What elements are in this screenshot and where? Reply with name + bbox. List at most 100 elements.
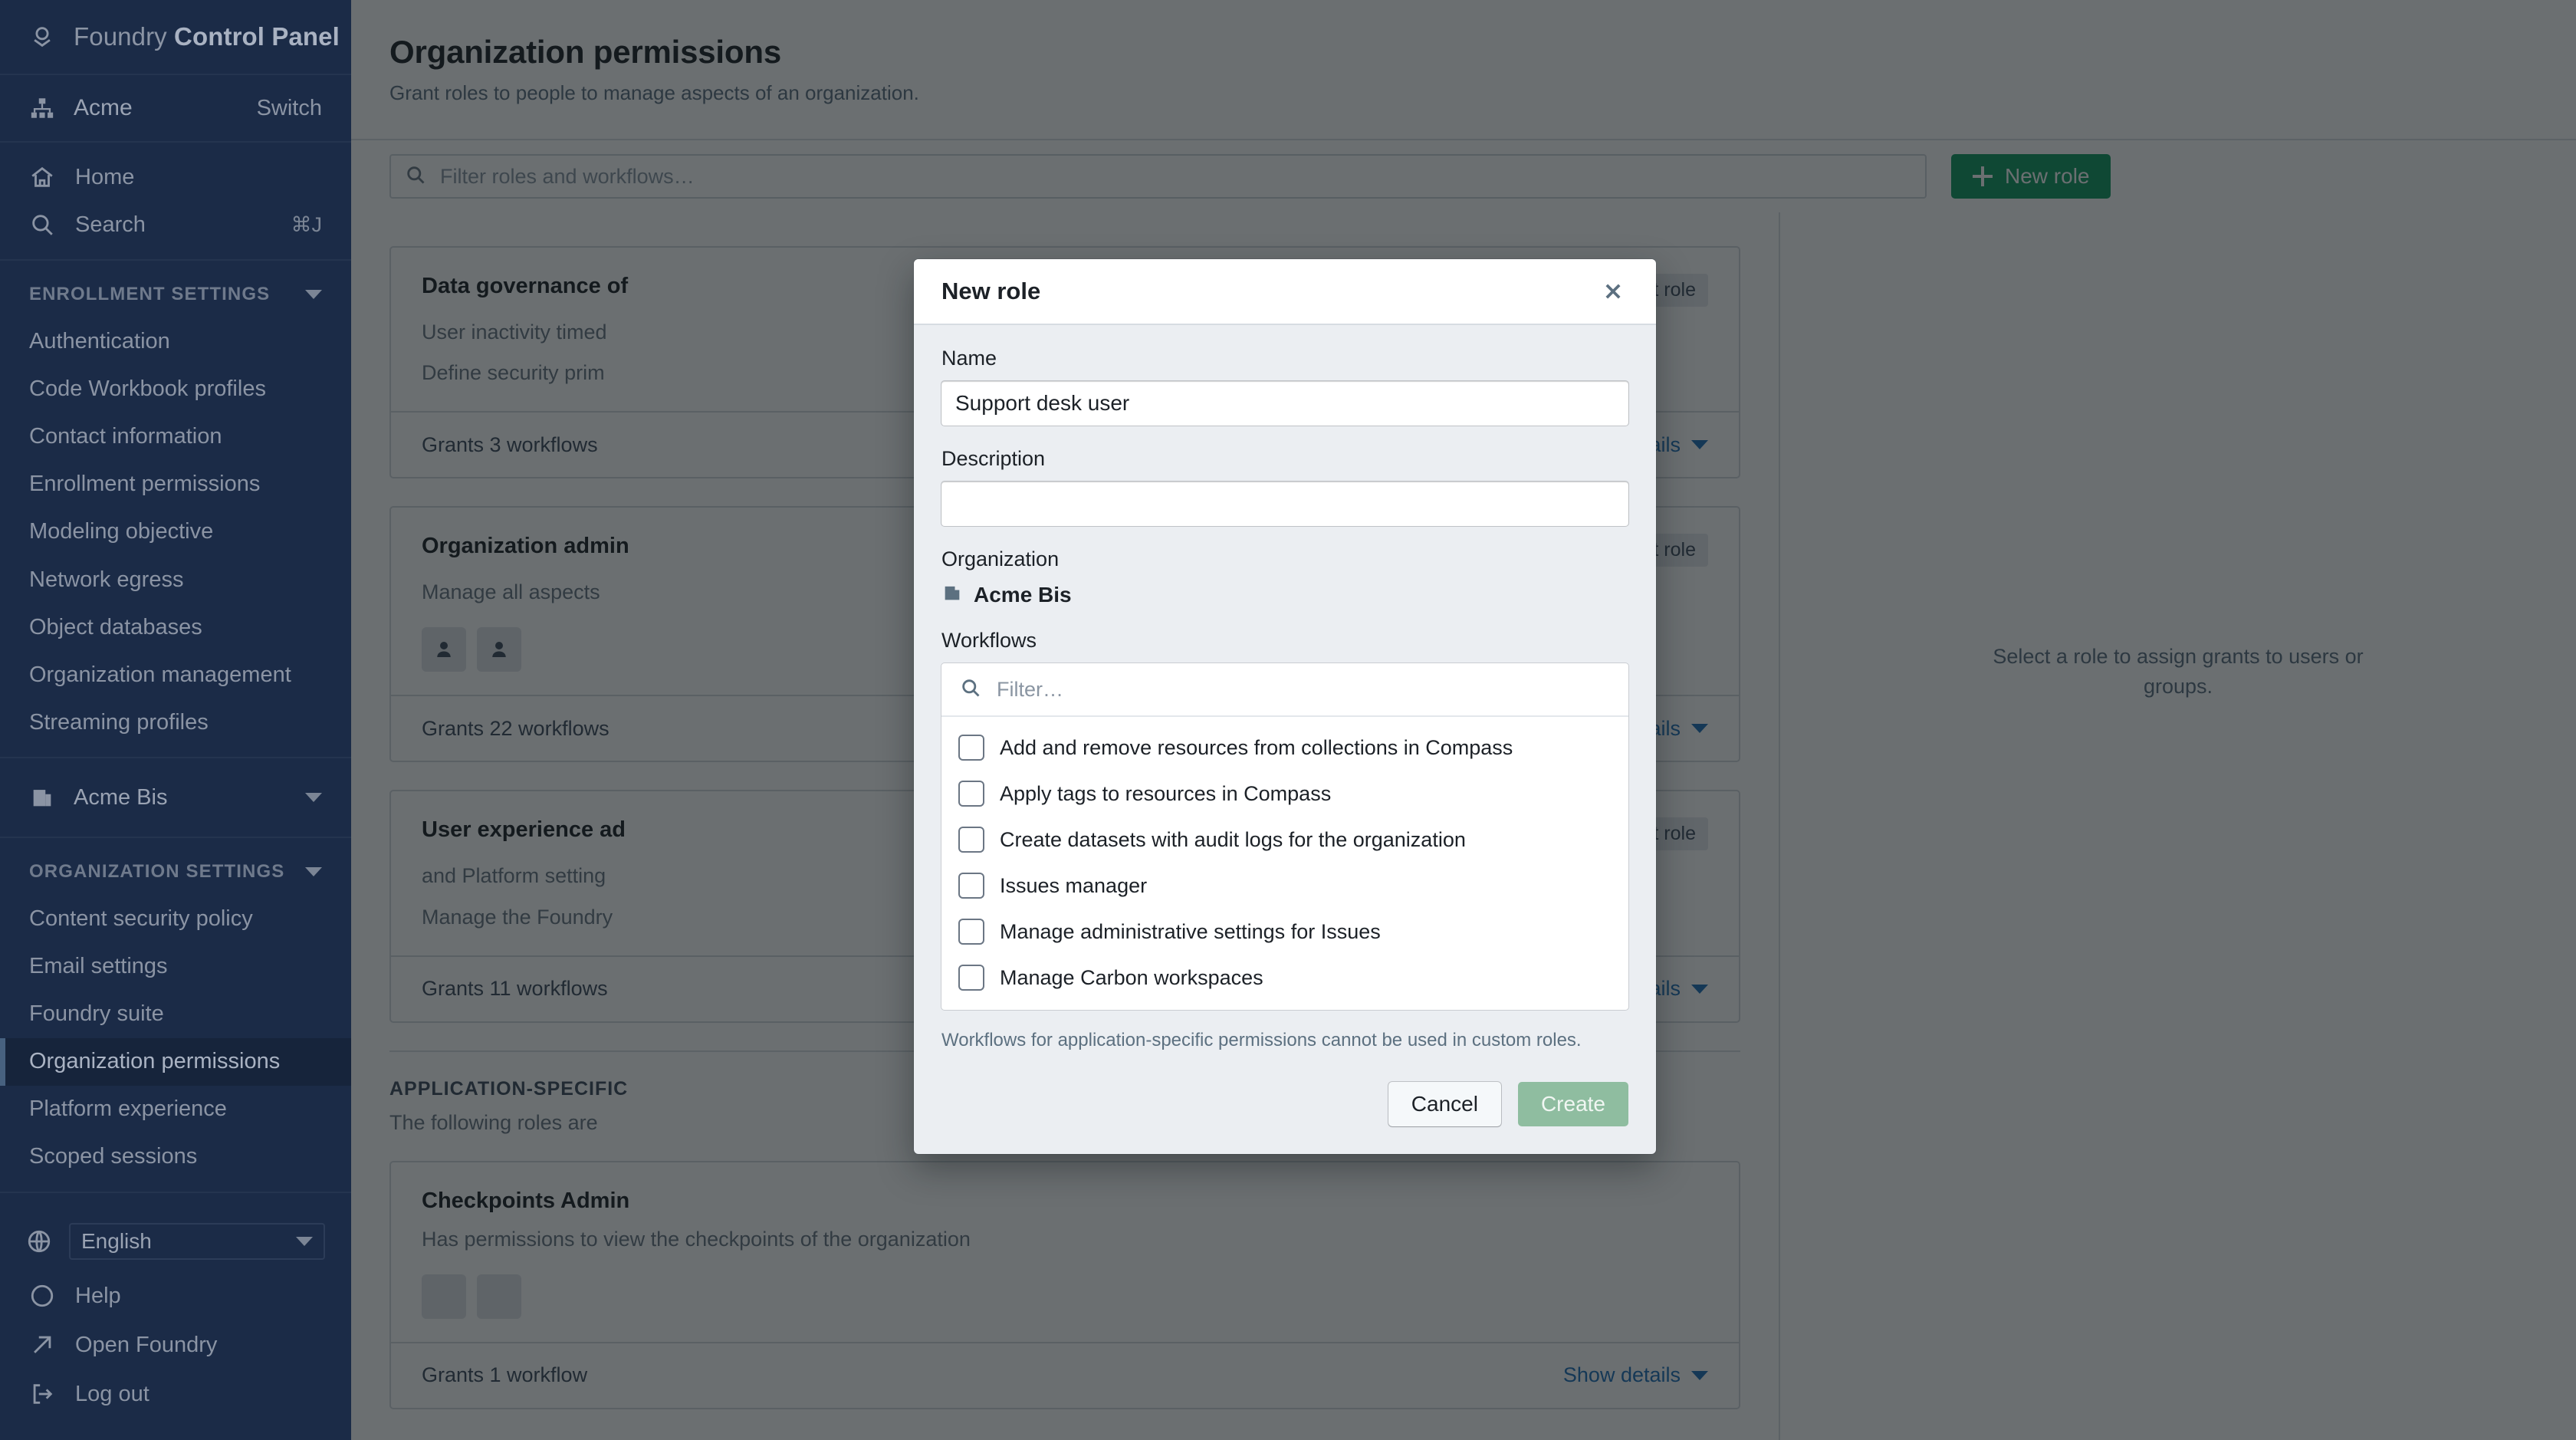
checkbox[interactable] — [960, 828, 983, 851]
description-field[interactable] — [941, 482, 1628, 526]
external-link-icon — [29, 1332, 55, 1358]
sidebar-divider — [0, 259, 351, 261]
sidebar-org-node-acme-bis[interactable]: Acme Bis — [0, 769, 351, 826]
organization-field-group: Organization Acme Bis — [941, 547, 1628, 607]
sidebar-item-authentication[interactable]: Authentication — [0, 317, 351, 365]
new-role-dialog: New role Name Support desk user Descript… — [914, 259, 1656, 1154]
language-selector-row[interactable]: English — [0, 1212, 351, 1271]
sidebar-item-label: Organization management — [29, 662, 291, 687]
building-icon — [29, 784, 55, 810]
svg-text:?: ? — [38, 1288, 46, 1304]
close-icon[interactable] — [1598, 276, 1628, 307]
sidebar-item-label: Streaming profiles — [29, 709, 209, 735]
organization-value: Acme Bis — [974, 582, 1072, 607]
sidebar-item-email-settings[interactable]: Email settings — [0, 942, 351, 990]
workflow-option[interactable]: Add and remove resources from collection… — [941, 725, 1628, 771]
org-switcher[interactable]: Acme Switch — [0, 75, 351, 143]
chevron-down-icon — [296, 1237, 313, 1246]
workflow-option[interactable]: Manage administrative settings for Issue… — [941, 909, 1628, 955]
sidebar-item-label: Network egress — [29, 567, 184, 592]
search-icon — [960, 677, 981, 702]
sidebar-item-object-databases[interactable]: Object databases — [0, 603, 351, 651]
globe-icon — [26, 1228, 52, 1254]
dialog-title: New role — [941, 278, 1041, 304]
sidebar-item-organization-permissions[interactable]: Organization permissions — [0, 1037, 351, 1086]
workflow-label: Issues manager — [1000, 873, 1148, 897]
sidebar-item-label: Search — [75, 212, 146, 237]
checkbox[interactable] — [960, 920, 983, 943]
checkbox[interactable] — [960, 966, 983, 989]
sidebar-item-foundry-suite[interactable]: Foundry suite — [0, 991, 351, 1038]
dialog-footer: Cancel Create — [914, 1051, 1656, 1154]
workflows-list: Add and remove resources from collection… — [941, 717, 1628, 1010]
help-icon: ? — [29, 1283, 55, 1309]
sidebar-divider — [0, 1192, 351, 1193]
checkbox[interactable] — [960, 782, 983, 805]
sidebar-org-node-label: Acme Bis — [74, 784, 168, 810]
building-icon — [941, 582, 963, 607]
sidebar-item-label: Help — [75, 1283, 121, 1308]
workflow-option[interactable]: Apply tags to resources in Compass — [941, 771, 1628, 817]
organization-value-row: Acme Bis — [941, 582, 1628, 607]
sidebar-item-label: Code Workbook profiles — [29, 376, 266, 402]
sidebar-item-help[interactable]: ? Help — [0, 1271, 351, 1320]
workflow-option[interactable]: Manage Carbon workspaces — [941, 955, 1628, 1001]
sidebar-item-streaming-profiles[interactable]: Streaming profiles — [0, 699, 351, 746]
sidebar-item-label: Foundry suite — [29, 1001, 164, 1027]
workflow-label: Manage Carbon workspaces — [1000, 965, 1263, 989]
description-label: Description — [941, 447, 1046, 470]
checkbox[interactable] — [960, 874, 983, 897]
sidebar-item-network-egress[interactable]: Network egress — [0, 556, 351, 603]
workflow-option[interactable]: Create datasets with audit logs for the … — [941, 817, 1628, 863]
sidebar-footer: English ? Help Open Foundry Log out — [0, 1204, 351, 1440]
sidebar-item-organization-management[interactable]: Organization management — [0, 651, 351, 699]
sidebar-group-organization-settings[interactable]: Organization settings — [0, 849, 351, 895]
sidebar-item-label: Log out — [75, 1381, 150, 1406]
name-field[interactable]: Support desk user — [941, 381, 1628, 426]
sidebar-item-scoped-sessions[interactable]: Scoped sessions — [0, 1133, 351, 1181]
workflow-label: Add and remove resources from collection… — [1000, 735, 1513, 759]
sidebar-group-enrollment-settings[interactable]: Enrollment settings — [0, 271, 351, 317]
sidebar-divider — [0, 837, 351, 839]
sidebar-item-platform-experience[interactable]: Platform experience — [0, 1086, 351, 1133]
workflows-panel: Filter… Add and remove resources from co… — [941, 663, 1628, 1010]
sidebar-item-label: Object databases — [29, 614, 202, 639]
org-switch-button[interactable]: Switch — [257, 96, 322, 121]
sidebar-item-modeling-objective[interactable]: Modeling objective — [0, 508, 351, 556]
language-select[interactable]: English — [69, 1223, 325, 1260]
sidebar-item-search[interactable]: Search ⌘J — [0, 201, 351, 248]
workflow-label: Manage administrative settings for Issue… — [1000, 919, 1381, 943]
cancel-button[interactable]: Cancel — [1388, 1082, 1501, 1126]
sidebar-item-label: Modeling objective — [29, 519, 214, 544]
workflow-label: Apply tags to resources in Compass — [1000, 781, 1332, 805]
sidebar: Foundry Control Panel Acme Switch Home S… — [0, 0, 351, 1440]
sidebar-item-enrollment-permissions[interactable]: Enrollment permissions — [0, 461, 351, 508]
org-tree-icon — [29, 95, 55, 121]
checkbox[interactable] — [960, 736, 983, 759]
sidebar-item-label: Home — [75, 164, 135, 189]
sidebar-item-label: Platform experience — [29, 1096, 227, 1122]
workflows-label: Workflows — [941, 629, 1037, 652]
chevron-down-icon — [305, 867, 322, 877]
brand-label: Foundry Control Panel — [74, 22, 340, 51]
search-shortcut: ⌘J — [291, 212, 323, 236]
sidebar-item-open-foundry[interactable]: Open Foundry — [0, 1320, 351, 1369]
name-field-group: Name Support desk user — [941, 347, 1628, 426]
sidebar-divider — [0, 757, 351, 759]
chevron-down-icon — [305, 793, 322, 803]
sidebar-item-label: Authentication — [29, 328, 170, 353]
workflow-label: Create datasets with audit logs for the … — [1000, 827, 1466, 851]
workflows-filter-input[interactable]: Filter… — [941, 663, 1628, 717]
logout-icon — [29, 1381, 55, 1407]
sidebar-item-contact-information[interactable]: Contact information — [0, 413, 351, 461]
group-label: Organization settings — [29, 861, 285, 883]
sidebar-item-home[interactable]: Home — [0, 153, 351, 201]
sidebar-item-content-security-policy[interactable]: Content security policy — [0, 895, 351, 942]
sidebar-item-code-workbook-profiles[interactable]: Code Workbook profiles — [0, 365, 351, 413]
brand[interactable]: Foundry Control Panel — [0, 0, 351, 75]
workflow-option[interactable]: Issues manager — [941, 863, 1628, 909]
sidebar-item-log-out[interactable]: Log out — [0, 1369, 351, 1419]
home-icon — [29, 164, 55, 190]
description-field-group: Description — [941, 447, 1628, 526]
create-button[interactable]: Create — [1517, 1082, 1628, 1126]
